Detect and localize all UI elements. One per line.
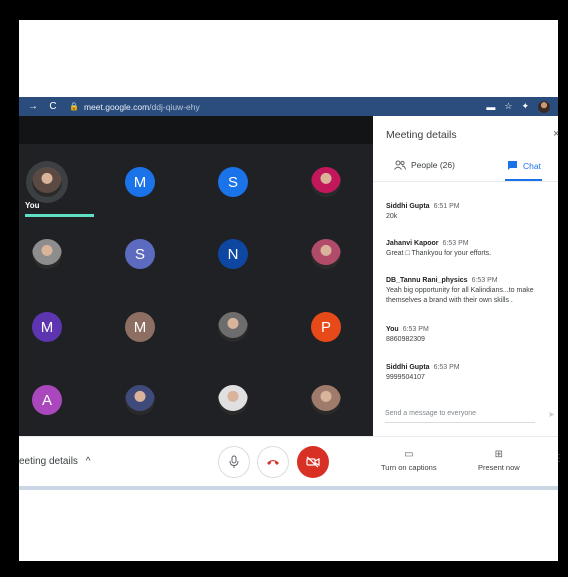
chat-icon bbox=[508, 161, 517, 170]
chat-message: You 6:53 PM 8860982309 bbox=[386, 325, 551, 345]
forward-icon[interactable]: → bbox=[27, 101, 39, 112]
message-time: 6:53 PM bbox=[402, 326, 429, 333]
reload-icon[interactable]: C bbox=[47, 101, 59, 112]
participant-avatar: M bbox=[125, 167, 155, 197]
message-text: Yeah big opportunity for all Kalindians.… bbox=[386, 287, 534, 304]
message-time: 6:53 PM bbox=[433, 364, 460, 371]
chat-message: Siddhi Gupta 6:53 PM 9999504107 bbox=[386, 363, 551, 383]
panel-title: Meeting details bbox=[386, 129, 457, 141]
participant-photo bbox=[311, 167, 341, 197]
message-text: 20k bbox=[386, 213, 398, 220]
message-text: 8860982309 bbox=[386, 336, 425, 343]
participant-photo bbox=[125, 385, 155, 415]
participant-avatar: N bbox=[218, 239, 248, 269]
message-sender: Jahanvi Kapoor bbox=[386, 240, 439, 247]
participant-photo bbox=[311, 239, 341, 269]
microphone-icon bbox=[229, 455, 239, 468]
hang-up-icon bbox=[267, 460, 279, 465]
message-sender: You bbox=[386, 326, 399, 333]
captions-icon: ▭ bbox=[404, 449, 414, 460]
present-icon: ⊞ bbox=[494, 449, 504, 460]
captions-button[interactable]: ▭ Turn on captions bbox=[381, 449, 437, 472]
people-icon bbox=[394, 160, 406, 170]
participant-photo bbox=[32, 167, 62, 197]
present-label: Present now bbox=[478, 463, 520, 472]
browser-address-bar: → C 🔒 meet.google.com/ddj-qiuw-ehy ▬ ☆ ✦ bbox=[19, 97, 558, 116]
participant-avatar: S bbox=[218, 167, 248, 197]
message-sender: Siddhi Gupta bbox=[386, 203, 430, 210]
self-label: You bbox=[25, 201, 40, 210]
chat-compose-input[interactable]: Send a message to everyone bbox=[385, 410, 476, 417]
camera-permission-icon[interactable]: ▬ bbox=[486, 102, 495, 112]
screenshot-border-top bbox=[19, 20, 558, 97]
microphone-button[interactable] bbox=[218, 446, 250, 478]
chat-message: Siddhi Gupta 6:51 PM 20k bbox=[386, 202, 551, 222]
meeting-details-label: eeting details bbox=[19, 456, 78, 467]
more-options-icon[interactable]: ⋮ bbox=[554, 453, 564, 464]
url-field[interactable]: meet.google.com/ddj-qiuw-ehy bbox=[84, 102, 200, 112]
message-text: 9999504107 bbox=[386, 374, 425, 381]
chat-message: Jahanvi Kapoor 6:53 PM Great □ Thankyou f… bbox=[386, 239, 551, 259]
chevron-up-icon: ^ bbox=[85, 456, 91, 467]
close-icon[interactable]: × bbox=[553, 128, 559, 140]
url-path: /ddj-qiuw-ehy bbox=[149, 101, 200, 112]
participant-avatar: M bbox=[32, 312, 62, 342]
present-now-button[interactable]: ⊞ Present now bbox=[478, 449, 520, 472]
lock-icon: 🔒 bbox=[69, 102, 79, 111]
participant-photo bbox=[218, 312, 248, 342]
camera-off-icon bbox=[306, 456, 320, 468]
participant-photo bbox=[218, 385, 248, 415]
chat-message: DB_Tannu Rani_physics 6:53 PM Yeah big op… bbox=[386, 276, 551, 306]
screenshot-border-bottom bbox=[19, 490, 558, 561]
tab-people-label: People (26) bbox=[411, 160, 455, 170]
tab-chat-label: Chat bbox=[523, 160, 541, 171]
message-sender: DB_Tannu Rani_physics bbox=[386, 277, 468, 284]
participant-avatar: A bbox=[32, 385, 62, 415]
participant-avatar: M bbox=[125, 312, 155, 342]
message-time: 6:53 PM bbox=[442, 240, 469, 247]
profile-avatar[interactable] bbox=[538, 100, 550, 113]
star-icon[interactable]: ☆ bbox=[504, 101, 512, 112]
leave-call-button[interactable] bbox=[257, 446, 289, 478]
participant-photo bbox=[311, 385, 341, 415]
message-sender: Siddhi Gupta bbox=[386, 364, 430, 371]
extensions-icon[interactable]: ✦ bbox=[521, 101, 529, 112]
url-host: meet.google.com bbox=[83, 101, 150, 112]
active-speaker-bar bbox=[25, 214, 94, 217]
send-icon[interactable]: ➤ bbox=[548, 410, 555, 419]
grid-header-bar bbox=[19, 116, 373, 144]
meeting-details-panel: Meeting details × People (26) Chat Siddh… bbox=[373, 116, 559, 436]
captions-label: Turn on captions bbox=[381, 463, 437, 472]
meeting-details-button[interactable]: eeting details ^ bbox=[19, 456, 90, 467]
tab-chat[interactable]: Chat bbox=[507, 160, 541, 171]
participant-avatar: S bbox=[125, 239, 155, 269]
participant-avatar: P bbox=[311, 312, 341, 342]
compose-underline bbox=[385, 422, 535, 423]
message-text: Great □ Thankyou for your efforts. bbox=[386, 250, 492, 257]
tab-people[interactable]: People (26) bbox=[394, 160, 455, 170]
tab-divider bbox=[373, 181, 558, 182]
message-time: 6:51 PM bbox=[433, 203, 460, 210]
message-time: 6:53 PM bbox=[471, 277, 498, 284]
participant-photo bbox=[32, 239, 62, 269]
camera-button[interactable] bbox=[297, 446, 329, 478]
meeting-controls-bar: eeting details ^ ▭ Turn on captions ⊞ Pr… bbox=[19, 436, 564, 490]
